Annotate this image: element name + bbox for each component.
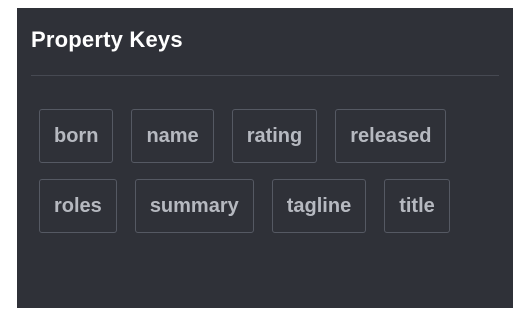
property-key-born[interactable]: born	[39, 109, 114, 163]
property-key-released[interactable]: released	[335, 109, 447, 163]
property-keys-panel: Property Keys born name rating released …	[17, 8, 513, 308]
property-key-name[interactable]: name	[131, 109, 214, 163]
property-key-summary[interactable]: summary	[134, 179, 254, 233]
panel-title: Property Keys	[31, 27, 183, 52]
property-key-tagline[interactable]: tagline	[271, 179, 367, 233]
property-key-rating[interactable]: rating	[231, 109, 318, 163]
property-keys-list: born name rating released roles summary …	[31, 76, 501, 233]
property-key-title[interactable]: title	[384, 179, 450, 233]
property-key-roles[interactable]: roles	[39, 179, 117, 233]
